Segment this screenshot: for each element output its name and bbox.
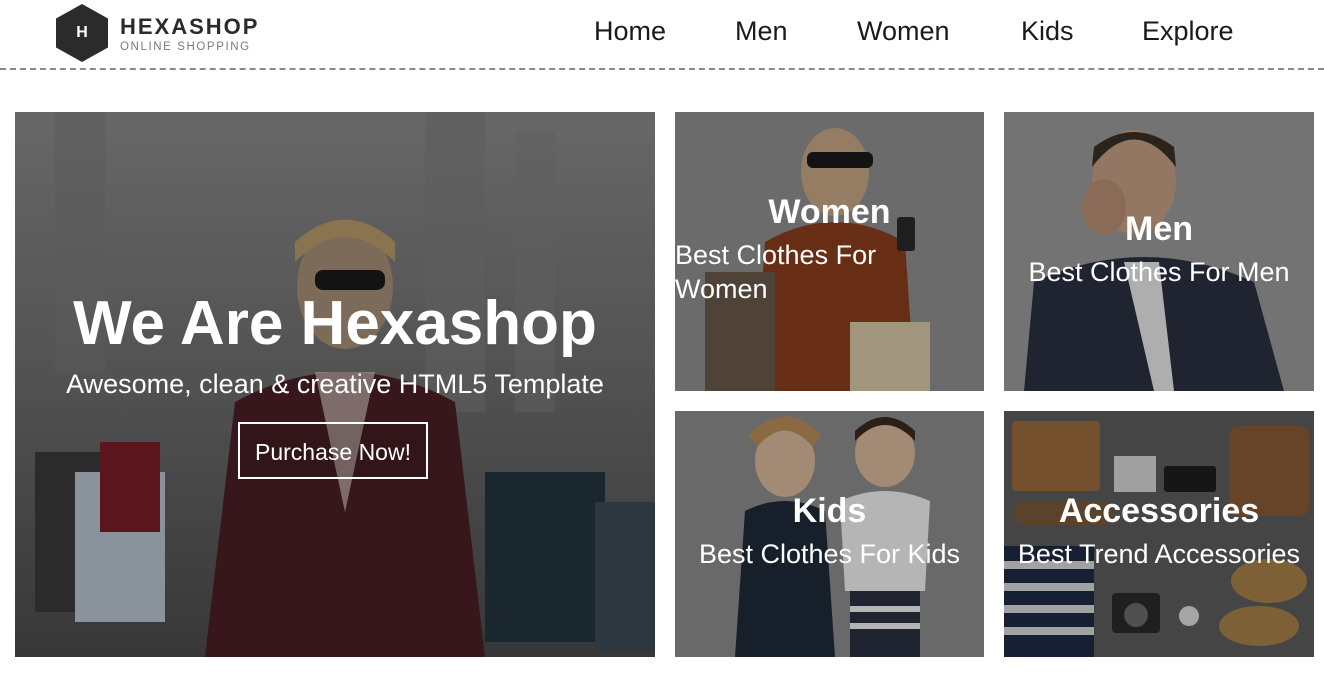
women-subtitle-line2: Women [675,274,768,304]
category-men[interactable]: Men Best Clothes For Men [1004,112,1314,391]
hero-subtitle: Awesome, clean & creative HTML5 Template [66,369,604,399]
nav-home[interactable]: Home [594,16,666,47]
accessories-subtitle: Best Trend Accessories [1017,539,1301,569]
site-logo[interactable]: H HEXASHOP ONLINE SHOPPING [56,4,276,64]
brand-tagline: ONLINE SHOPPING [120,41,251,53]
nav-women[interactable]: Women [857,16,950,47]
purchase-now-button[interactable]: Purchase Now! [238,422,428,479]
site-header: H HEXASHOP ONLINE SHOPPING Home Men Wome… [0,0,1324,70]
men-title: Men [1125,210,1193,248]
women-subtitle-line1: Best Clothes For [675,240,877,270]
logo-letter: H [76,24,88,41]
nav-kids[interactable]: Kids [1021,16,1074,47]
category-kids[interactable]: Kids Best Clothes For Kids [675,411,984,657]
hero-title: We Are Hexashop [73,289,597,358]
category-accessories[interactable]: Accessories Best Trend Accessories [1004,411,1314,657]
category-women[interactable]: Women Best Clothes For Women [675,112,984,391]
brand-name: HEXASHOP [120,14,260,39]
kids-subtitle: Best Clothes For Kids [698,539,961,569]
hero-banner: We Are Hexashop Awesome, clean & creativ… [15,112,655,657]
men-subtitle: Best Clothes For Men [1028,257,1290,287]
accessories-title: Accessories [1058,492,1260,530]
kids-title: Kids [792,492,867,530]
hexagon-logo-icon: H [56,4,108,62]
women-title: Women [768,193,891,231]
nav-explore[interactable]: Explore [1142,16,1234,47]
nav-men[interactable]: Men [735,16,788,47]
